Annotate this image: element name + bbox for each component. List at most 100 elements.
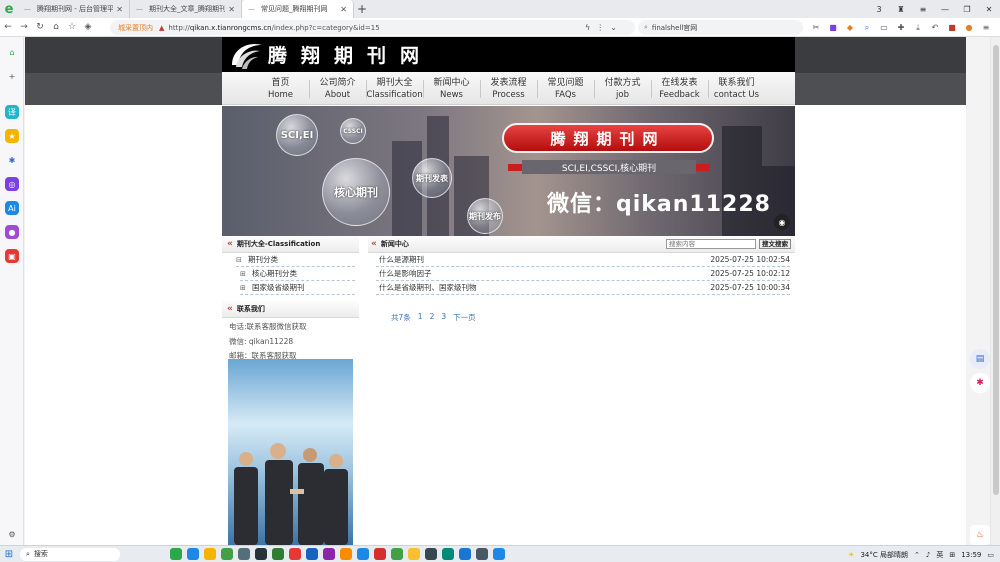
image-search-icon[interactable]: ◉ [774,214,790,230]
tab-close-icon[interactable]: ✕ [340,5,347,14]
taskbar-app-icon[interactable] [340,548,352,560]
cut-icon[interactable]: ✂ [810,23,822,32]
nav-home[interactable]: 首页 Home [252,72,309,104]
game-icon[interactable]: ▣ [5,249,19,263]
taskbar-app-icon[interactable] [187,548,199,560]
back-button[interactable]: ← [0,22,16,32]
nav-process[interactable]: 发表流程 Process [480,72,537,104]
news-search-button[interactable]: 搜文搜索 [759,239,791,249]
purple-ext-icon[interactable]: ■ [827,23,839,32]
settings-icon[interactable]: ⚙ [5,527,19,541]
download-icon[interactable]: ⤓ [912,23,924,33]
add-sidebar-icon[interactable]: + [5,69,19,83]
scrollbar-thumb[interactable] [993,45,999,495]
site-warning-icon[interactable]: ▲ [159,24,164,32]
taskbar-app-icon[interactable] [357,548,369,560]
tab-count-badge[interactable]: 3 [868,5,890,14]
pagination-page-1[interactable]: 1 [418,312,423,323]
home-sidebar-icon[interactable]: ⌂ [5,45,19,59]
taskbar-app-icon[interactable] [323,548,335,560]
news-title[interactable]: 什么是影响因子 [376,268,710,279]
news-search-input[interactable] [666,239,756,249]
nav-faqs[interactable]: 常见问题 FAQs [537,72,594,104]
news-title[interactable]: 什么是省级期刊、国家级刊物 [376,282,710,293]
purple-app-icon[interactable]: ● [5,225,19,239]
page-scrollbar[interactable] [990,37,1000,545]
shirt-icon[interactable]: ♜ [890,5,912,14]
taskbar-search[interactable]: ⌕ 搜索 [20,547,120,561]
collapse-icon[interactable]: ⊟ [236,256,244,264]
puzzle-icon[interactable]: ✚ [895,23,907,32]
ai-icon[interactable]: Ai [5,201,19,215]
taskbar-app-icon[interactable] [255,548,267,560]
taskbar-app-icon[interactable] [476,548,488,560]
bag-icon[interactable]: ■ [946,23,958,32]
nav-job[interactable]: 付款方式 job [594,72,651,104]
nav-contact[interactable]: 联系我们 contact Us [708,72,765,104]
browser-tab-1[interactable]: — 腾翔期刊网 - 后台管理平台 ✕ [18,0,130,18]
taskbar-app-icon[interactable] [374,548,386,560]
network-float-icon[interactable]: ✱ [970,373,990,393]
weather-icon[interactable]: ☀ [848,551,854,559]
news-title[interactable]: 什么是源期刊 [376,254,710,265]
address-bar[interactable]: 城采置顶内 ▲ http://qikan.x.tianrongcms.cn/in… [110,20,635,35]
restore-button[interactable]: ❐ [956,5,978,14]
taskbar-app-icon[interactable] [289,548,301,560]
tray-arrow-icon[interactable]: ⌃ [914,551,920,559]
tab-close-icon[interactable]: ✕ [228,5,235,14]
taskbar-app-icon[interactable] [391,548,403,560]
news-row[interactable]: 什么是源期刊 2025-07-25 10:02:54 [376,253,790,267]
close-window-button[interactable]: ✕ [978,5,1000,14]
category-item[interactable]: ⊟ 期刊分类 [236,253,355,267]
news-row[interactable]: 什么是影响因子 2025-07-25 10:02:12 [376,267,790,281]
more-icon[interactable]: ≡ [980,23,992,32]
taskbar-app-icon[interactable] [306,548,318,560]
volume-icon[interactable]: ♪ [926,551,930,559]
category-item[interactable]: ⊞ 核心期刊分类 [240,267,355,281]
home-button[interactable]: ⌂ [48,22,64,32]
sidebar-toggle-icon[interactable]: ▭ [878,23,890,32]
taskbar-app-icon[interactable] [408,548,420,560]
category-item[interactable]: ⊞ 国家级省级期刊 [240,281,355,295]
grid-icon[interactable]: ⋮ [596,23,604,32]
forward-button[interactable]: → [16,22,32,32]
network-icon[interactable]: ✱ [5,153,19,167]
star-icon[interactable]: ★ [5,129,19,143]
colorful-icon[interactable]: ● [963,23,975,32]
nav-feedback[interactable]: 在线发表 Feedback [651,72,708,104]
nav-about[interactable]: 公司简介 About [309,72,366,104]
new-tab-button[interactable]: + [354,2,370,16]
ime-indicator[interactable]: 英 [936,550,943,560]
tab-close-icon[interactable]: ✕ [116,5,123,14]
taskbar-app-icon[interactable] [442,548,454,560]
minimize-button[interactable]: — [934,5,956,14]
pagination-next[interactable]: 下一页 [453,312,476,323]
reload-button[interactable]: ↻ [32,22,48,32]
expand-icon[interactable]: ⊞ [240,284,248,292]
taskbar-app-icon[interactable] [238,548,250,560]
taskbar-app-icon[interactable] [459,548,471,560]
browser-logo-icon[interactable]: e [0,0,18,18]
extension-icon[interactable]: ◈ [80,22,96,32]
start-button[interactable]: ⊞ [0,549,18,560]
fire-float-icon[interactable]: ♨ [970,525,990,545]
pagination-page-2[interactable]: 2 [430,312,435,323]
taskbar-app-icon[interactable] [272,548,284,560]
news-row[interactable]: 什么是省级期刊、国家级刊物 2025-07-25 10:00:34 [376,281,790,295]
expand-icon[interactable]: ⊞ [240,270,248,278]
weather-text[interactable]: 34°C 局部晴朗 [860,550,908,560]
taskbar-app-icon[interactable] [204,548,216,560]
nav-news[interactable]: 新闻中心 News [423,72,480,104]
undo-icon[interactable]: ↶ [929,23,941,32]
taskbar-app-icon[interactable] [493,548,505,560]
lightning-icon[interactable]: ϟ [585,23,590,32]
pagination-page-3[interactable]: 3 [441,312,446,323]
notification-icon[interactable]: ▭ [987,551,994,559]
grid-tray-icon[interactable]: ⊞ [949,551,955,559]
browser-search-input[interactable]: ⌕ finalshell官网 [638,20,803,35]
clock[interactable]: 13:59 [961,551,981,559]
taskbar-app-icon[interactable] [170,548,182,560]
favorites-icon[interactable]: ☆ [64,22,80,32]
orange-ext-icon[interactable]: ◆ [844,23,856,32]
browser-tab-2[interactable]: — 期刊大全_文章_腾翔期刊网 ✕ [130,0,242,18]
